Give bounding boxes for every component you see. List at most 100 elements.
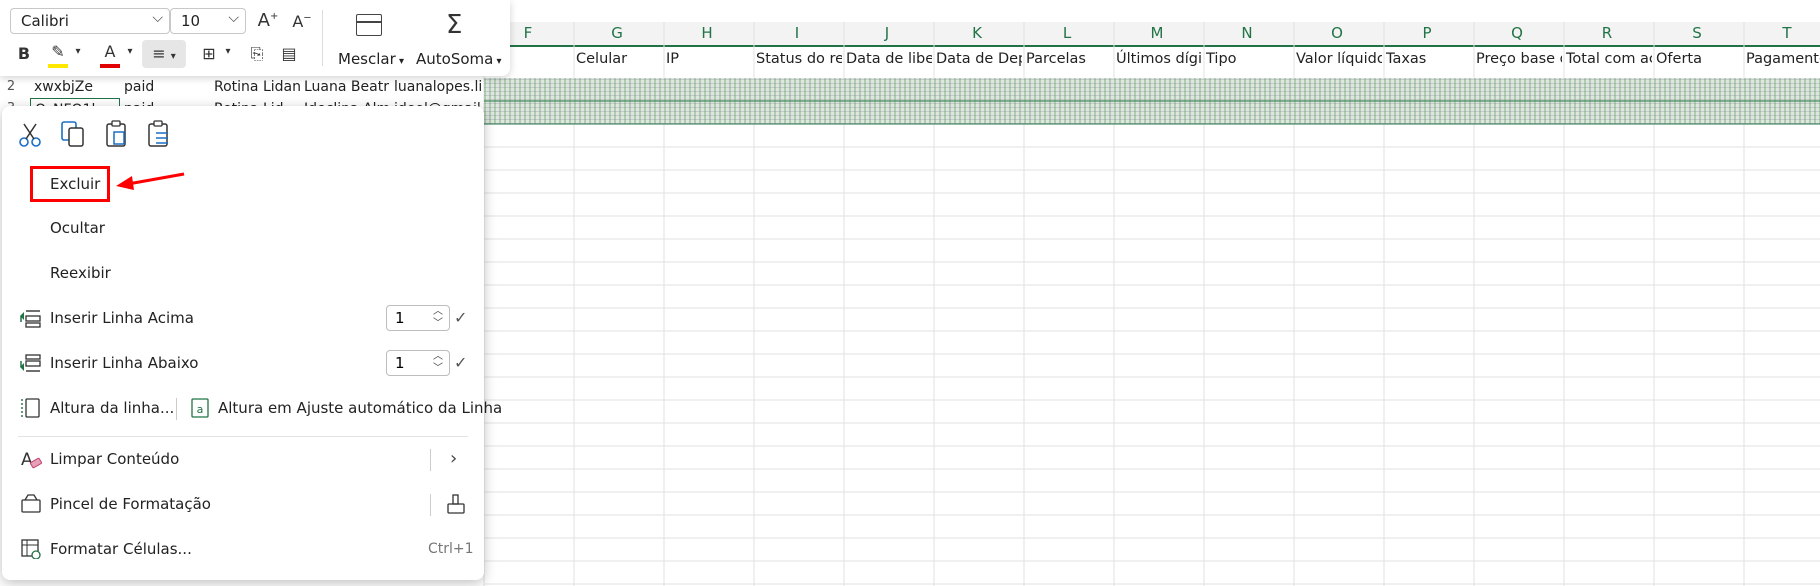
column-header-h[interactable]: H [662, 22, 752, 44]
sigma-icon: Σ [446, 10, 463, 40]
header-cell-pagamento[interactable]: Pagamento [1742, 47, 1820, 71]
insert-above-count-value: 1 [395, 309, 405, 327]
menu-inline-divider [430, 494, 431, 516]
format-painter-icon [21, 494, 41, 513]
menu-item-auto-height[interactable]: a Altura em Ajuste automático da Linha [186, 390, 502, 426]
column-header-p[interactable]: P [1382, 22, 1472, 44]
column-header-s[interactable]: S [1652, 22, 1742, 44]
header-cell-data-liberacao[interactable]: Data de liber [842, 47, 932, 71]
header-cell-tipo[interactable]: Tipo [1202, 47, 1292, 71]
font-name-value: Calibri [21, 12, 69, 30]
menu-label-insert-below: Inserir Linha Abaixo [50, 354, 199, 372]
header-cell-valor-liquido[interactable]: Valor líquido [1292, 47, 1382, 71]
annotation-highlight-box [30, 166, 110, 202]
chevron-down-icon[interactable]: ▾ [124, 46, 136, 57]
header-cell-total[interactable]: Total com ac [1562, 47, 1652, 71]
insert-below-count-stepper[interactable]: 1 ︿ ﹀ [386, 350, 450, 376]
highlight-color-icon[interactable]: ✎ [46, 42, 70, 68]
brush-icon[interactable] [444, 492, 468, 516]
header-cell-parcelas[interactable]: Parcelas [1022, 47, 1112, 71]
header-cell-status[interactable]: Status do re [752, 47, 842, 71]
column-header-o[interactable]: O [1292, 22, 1382, 44]
cell-row2-a[interactable]: xwxbjZe [30, 76, 120, 98]
autosum-label: AutoSoma [416, 50, 494, 68]
header-cell-ultimos-digitos[interactable]: Últimos dígi [1112, 47, 1202, 71]
cell-row2-c[interactable]: Rotina Lidan [210, 76, 300, 98]
column-header-i[interactable]: I [752, 22, 842, 44]
stepper-down-icon[interactable]: ﹀ [433, 312, 443, 336]
chevron-down-icon[interactable]: ▾ [222, 46, 234, 57]
toolbar-divider [322, 10, 323, 66]
column-header-g[interactable]: G [572, 22, 662, 44]
merge-label: Mesclar [338, 50, 396, 68]
column-header-j[interactable]: J [842, 22, 932, 44]
bold-icon[interactable]: B [14, 44, 34, 63]
header-cell-oferta[interactable]: Oferta [1652, 47, 1742, 71]
insert-row-above-icon [20, 310, 41, 328]
font-name-select[interactable]: Calibri ⌵ [10, 8, 170, 34]
header-cell-celular[interactable]: Celular [572, 47, 662, 71]
align-center-icon[interactable]: ≡ ▾ [142, 40, 186, 68]
header-cell-data-deposito[interactable]: Data de Depo [932, 47, 1022, 71]
format-painter-icon[interactable]: ⎘ [246, 44, 268, 64]
annotation-arrow-icon [116, 172, 185, 190]
cell-row2-d[interactable]: Luana Beatri [300, 76, 390, 98]
svg-text:A: A [21, 450, 33, 469]
merge-cells-icon [356, 14, 382, 36]
menu-label-format-painter: Pincel de Formatação [50, 495, 211, 513]
header-cell-taxas[interactable]: Taxas [1382, 47, 1472, 71]
borders-icon[interactable]: ⊞ [198, 44, 220, 63]
chevron-right-icon[interactable]: › [450, 448, 457, 469]
insert-below-count-value: 1 [395, 354, 405, 372]
insert-row-below-icon [20, 354, 41, 372]
menu-label-ocultar: Ocultar [50, 219, 105, 237]
floating-toolbar: Calibri ⌵ 10 ⌵ A+ A− B ✎ ▾ A ▾ ≡ ▾ ⊞ ▾ ⎘… [0, 0, 510, 76]
auto-fit-height-icon: a [191, 398, 209, 418]
column-header-t[interactable]: T [1742, 22, 1820, 44]
column-header-q[interactable]: Q [1472, 22, 1562, 44]
stepper-down-icon[interactable]: ﹀ [433, 357, 443, 381]
menu-label-auto-height: Altura em Ajuste automático da Linha [218, 399, 503, 417]
autosum-button[interactable]: Σ AutoSoma ▾ [412, 6, 506, 70]
confirm-check-icon[interactable]: ✓ [454, 353, 467, 372]
svg-text:a: a [197, 403, 204, 416]
column-header-r[interactable]: R [1562, 22, 1652, 44]
menu-label-format-cells: Formatar Células... [50, 540, 192, 558]
column-header-k[interactable]: K [932, 22, 1022, 44]
paste-special-icon[interactable] [146, 120, 172, 148]
increase-font-size-icon[interactable]: A+ [256, 10, 280, 31]
cell-row2-b[interactable]: paid [120, 76, 210, 98]
decrease-font-size-icon[interactable]: A− [290, 12, 314, 31]
column-header-l[interactable]: L [1022, 22, 1112, 44]
menu-item-clear-content[interactable]: A Limpar Conteúdo [2, 441, 484, 477]
row-number-2[interactable]: 2 [0, 76, 22, 98]
menu-item-row-height[interactable]: Altura da linha... [2, 390, 174, 426]
insert-above-count-stepper[interactable]: 1 ︿ ﹀ [386, 305, 450, 331]
column-header-n[interactable]: N [1202, 22, 1292, 44]
paste-icon[interactable] [104, 120, 130, 148]
cut-icon[interactable] [18, 122, 42, 148]
menu-item-format-cells[interactable]: Formatar Células... Ctrl+1 [2, 531, 484, 567]
menu-item-format-painter[interactable]: Pincel de Formatação [2, 486, 484, 522]
chevron-down-icon: ⌵ [228, 10, 239, 26]
cell-row2-e[interactable]: luanalopes.li [390, 76, 484, 98]
copy-icon[interactable] [60, 120, 86, 148]
header-cell-ip[interactable]: IP [662, 47, 752, 71]
chevron-down-icon[interactable]: ▾ [72, 46, 84, 57]
row-height-icon [21, 398, 40, 418]
menu-label-clear-content: Limpar Conteúdo [50, 450, 180, 468]
header-cell-preco-base[interactable]: Preço base d [1472, 47, 1562, 71]
menu-label-insert-above: Inserir Linha Acima [50, 309, 194, 327]
cell-styles-icon[interactable]: ▤ [278, 44, 300, 63]
font-size-select[interactable]: 10 ⌵ [170, 8, 246, 34]
eraser-icon: A [21, 450, 42, 469]
font-color-icon[interactable]: A [98, 42, 122, 68]
column-header-m[interactable]: M [1112, 22, 1202, 44]
chevron-down-icon: ⌵ [152, 10, 163, 26]
menu-item-ocultar[interactable]: Ocultar [2, 210, 484, 246]
menu-item-reexibir[interactable]: Reexibir [2, 255, 484, 291]
font-size-value: 10 [181, 12, 201, 30]
merge-button[interactable]: Mesclar ▾ [334, 6, 404, 70]
menu-label-reexibir: Reexibir [50, 264, 111, 282]
confirm-check-icon[interactable]: ✓ [454, 308, 467, 327]
